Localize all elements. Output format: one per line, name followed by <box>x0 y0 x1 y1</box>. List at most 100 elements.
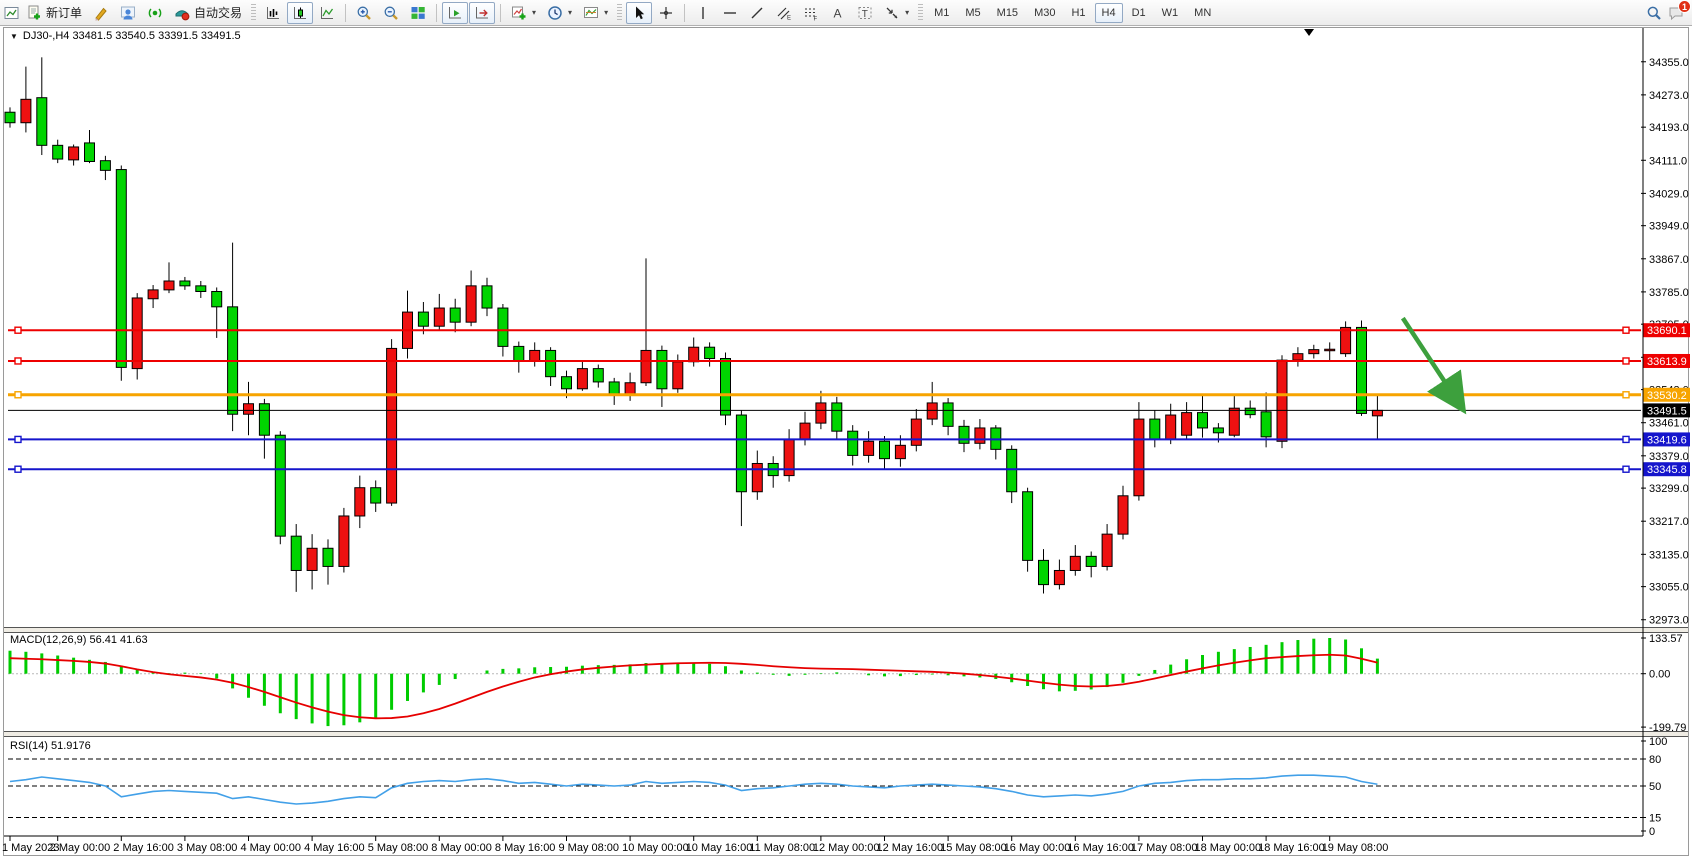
indicators-dropdown-button[interactable]: ▾ <box>506 2 541 24</box>
candle <box>577 369 587 389</box>
arrows-dropdown-button[interactable]: ▾ <box>879 2 914 24</box>
zoom-out-icon <box>383 5 399 21</box>
chart-shift-icon <box>474 5 490 21</box>
text-label-tool-button[interactable]: T <box>852 2 878 24</box>
candle <box>482 286 492 308</box>
fibonacci-tool-button[interactable]: F <box>798 2 824 24</box>
svg-text:80: 80 <box>1649 754 1661 766</box>
horizontal-line-tool-button[interactable] <box>717 2 743 24</box>
time-label: 12 May 00:00 <box>813 842 880 854</box>
tile-windows-button[interactable] <box>405 2 431 24</box>
zoom-in-icon <box>356 5 372 21</box>
macd-indicator-label: MACD(12,26,9) 56.41 41.63 <box>10 634 148 646</box>
time-label: 19 May 08:00 <box>1322 842 1389 854</box>
autotrading-button[interactable]: 自动交易 <box>169 2 247 24</box>
line-chart-button[interactable] <box>314 2 340 24</box>
line-handle[interactable] <box>1623 466 1629 472</box>
candle <box>736 415 746 492</box>
candle <box>1229 408 1239 435</box>
candle <box>1261 412 1271 437</box>
broadcast-button[interactable] <box>142 2 168 24</box>
new-order-label: 新订单 <box>46 4 82 21</box>
chart-shift-button[interactable] <box>469 2 495 24</box>
timeframe-m30[interactable]: M30 <box>1027 3 1062 23</box>
horizontal-line-icon <box>722 5 738 21</box>
timeframe-mn[interactable]: MN <box>1187 3 1218 23</box>
channel-tool-button[interactable]: E <box>771 2 797 24</box>
templates-dropdown-button[interactable]: ▾ <box>578 2 613 24</box>
svg-text:33530.2: 33530.2 <box>1647 390 1687 402</box>
toolbar-separator <box>684 4 685 22</box>
line-handle[interactable] <box>1623 392 1629 398</box>
cursor-button[interactable] <box>626 2 652 24</box>
timeframe-m1[interactable]: M1 <box>927 3 956 23</box>
svg-text:33055.0: 33055.0 <box>1649 582 1689 594</box>
time-label: 16 May 16:00 <box>1067 842 1134 854</box>
candle <box>1023 492 1033 561</box>
timeframe-h4[interactable]: H4 <box>1095 3 1123 23</box>
toolbar-grip <box>918 4 923 22</box>
text-label-icon: T <box>857 5 873 21</box>
svg-text:33867.0: 33867.0 <box>1649 254 1689 266</box>
timeframe-m15[interactable]: M15 <box>990 3 1025 23</box>
line-handle[interactable] <box>15 327 21 333</box>
svg-text:33491.5: 33491.5 <box>1647 405 1687 417</box>
profile-button[interactable] <box>115 2 141 24</box>
timeframe-w1[interactable]: W1 <box>1155 3 1186 23</box>
svg-text:33345.8: 33345.8 <box>1647 464 1687 476</box>
candlestick-chart-button[interactable] <box>287 2 313 24</box>
line-handle[interactable] <box>15 466 21 472</box>
price-tag-33345.8: 33345.8 <box>1643 462 1690 476</box>
timeframe-m5[interactable]: M5 <box>958 3 987 23</box>
line-handle[interactable] <box>1623 327 1629 333</box>
svg-text:-199.79: -199.79 <box>1649 722 1686 734</box>
clock-icon <box>547 5 563 21</box>
notifications-button[interactable]: 1 <box>1668 5 1684 21</box>
trendline-tool-button[interactable] <box>744 2 770 24</box>
timeframe-d1[interactable]: D1 <box>1125 3 1153 23</box>
chevron-down-icon: ▾ <box>532 8 536 17</box>
line-handle[interactable] <box>15 392 21 398</box>
svg-text:133.57: 133.57 <box>1649 633 1683 645</box>
vertical-line-tool-button[interactable] <box>690 2 716 24</box>
candle <box>291 536 301 570</box>
candle <box>148 290 158 299</box>
chart-canvas[interactable]: 34355.034273.034193.034111.034029.033949… <box>0 0 1692 859</box>
svg-text:34111.0: 34111.0 <box>1649 155 1687 167</box>
line-handle[interactable] <box>1623 358 1629 364</box>
candle <box>609 382 619 395</box>
indicators-icon <box>511 5 527 21</box>
candle <box>1118 496 1128 534</box>
crosshair-button[interactable] <box>653 2 679 24</box>
auto-scroll-button[interactable] <box>442 2 468 24</box>
candle <box>1102 534 1112 566</box>
svg-text:33135.0: 33135.0 <box>1649 549 1689 561</box>
svg-text:34355.0: 34355.0 <box>1649 57 1689 69</box>
candle <box>721 359 731 416</box>
bar-chart-button[interactable] <box>260 2 286 24</box>
timeframe-h1[interactable]: H1 <box>1064 3 1092 23</box>
search-icon[interactable] <box>1646 5 1662 21</box>
time-label: 2 May 16:00 <box>113 842 174 854</box>
svg-text:33690.1: 33690.1 <box>1647 325 1687 337</box>
line-handle[interactable] <box>15 436 21 442</box>
zoom-out-button[interactable] <box>378 2 404 24</box>
styler-button[interactable] <box>88 2 114 24</box>
time-label: 5 May 08:00 <box>368 842 429 854</box>
symbol-dropdown-icon[interactable]: ▼ <box>10 32 18 41</box>
candle <box>5 112 15 122</box>
time-label: 18 May 16:00 <box>1258 842 1325 854</box>
text-tool-button[interactable]: A <box>825 2 851 24</box>
line-handle[interactable] <box>1623 436 1629 442</box>
line-handle[interactable] <box>15 358 21 364</box>
candle <box>244 404 254 414</box>
svg-text:34193.0: 34193.0 <box>1649 122 1689 134</box>
equidistant-channel-icon: E <box>776 5 792 21</box>
candle <box>943 403 953 426</box>
candle <box>1182 413 1192 436</box>
candle <box>593 369 603 382</box>
periods-dropdown-button[interactable]: ▾ <box>542 2 577 24</box>
new-order-button[interactable]: 新订单 <box>21 2 87 24</box>
candle <box>911 419 921 445</box>
zoom-in-button[interactable] <box>351 2 377 24</box>
